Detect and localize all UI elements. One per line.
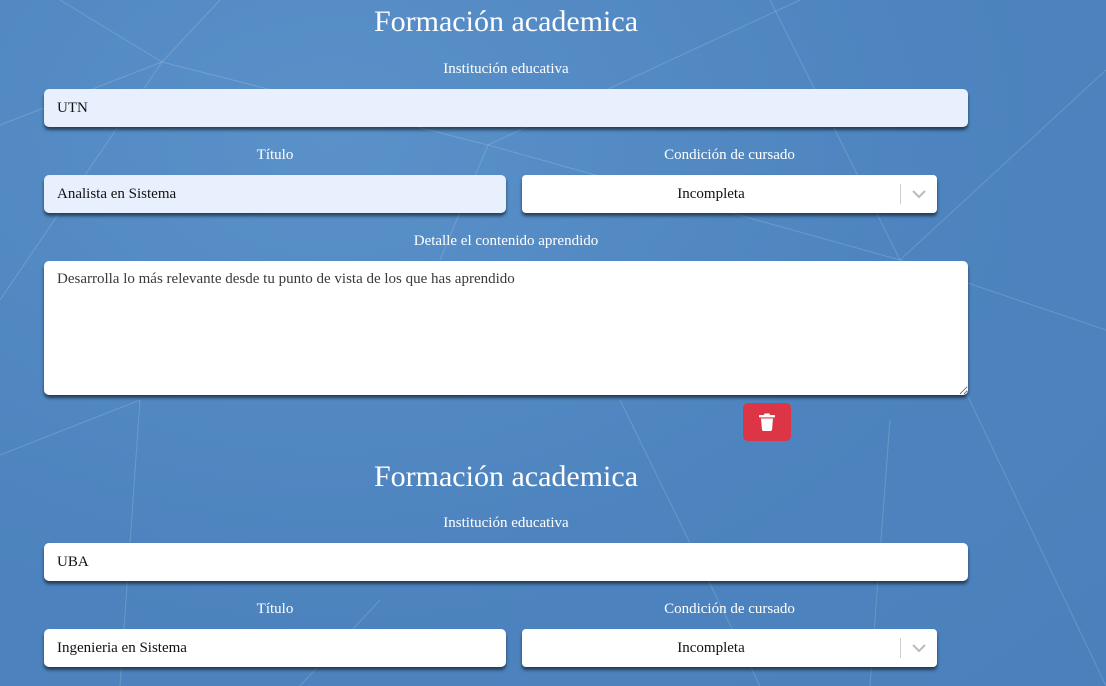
education-section-1: Formación academica Institución educativ… [0,0,1106,450]
chevron-down-icon[interactable] [901,629,937,667]
section-title: Formación academica [373,460,639,493]
degree-label: Título [256,147,294,163]
status-select[interactable]: Incompleta [522,175,937,213]
status-select-value: Incompleta [677,186,745,202]
institution-label: Institución educativa [443,61,569,77]
status-label: Condición de cursado [664,601,795,617]
institution-input[interactable] [44,89,968,127]
degree-input[interactable] [44,175,506,213]
institution-label: Institución educativa [443,515,569,531]
section-title: Formación academica [373,5,639,38]
status-select[interactable]: Incompleta [522,629,937,667]
status-label: Condición de cursado [664,147,795,163]
chevron-down-icon[interactable] [901,175,937,213]
degree-input[interactable] [44,629,506,667]
delete-button[interactable] [743,403,791,441]
institution-input[interactable] [44,543,968,581]
degree-label: Título [256,601,294,617]
education-section-2: Formación academica Institución educativ… [0,455,1106,686]
status-select-value: Incompleta [677,640,745,656]
trash-icon [759,413,775,431]
details-textarea[interactable] [44,261,968,395]
details-label: Detalle el contenido aprendido [413,233,599,249]
